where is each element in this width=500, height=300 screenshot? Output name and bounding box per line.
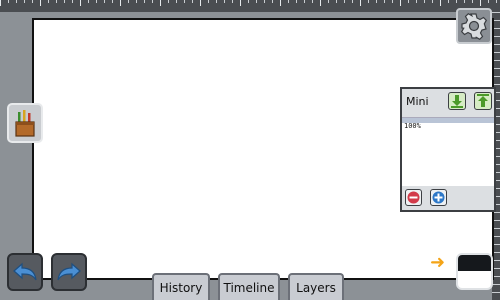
mini-panel-footer [402, 186, 494, 210]
upload-icon [477, 94, 489, 107]
mini-panel-title: Mini [406, 95, 429, 108]
top-ruler [0, 0, 500, 12]
tab-timeline[interactable]: Timeline [218, 273, 280, 300]
undo-icon [13, 262, 37, 281]
tool-picker-button[interactable] [7, 103, 43, 143]
download-button[interactable] [448, 92, 466, 110]
zoom-level: 100% [404, 122, 421, 130]
mini-panel: Mini 100% [400, 87, 496, 212]
color-swatch[interactable] [456, 253, 493, 290]
mini-panel-header: Mini [402, 89, 494, 118]
zoom-out-button[interactable] [405, 189, 422, 206]
redo-icon [57, 262, 81, 281]
redo-button[interactable] [51, 253, 87, 291]
undo-button[interactable] [7, 253, 43, 291]
tab-history[interactable]: History [152, 273, 210, 300]
brush-cup-icon [15, 110, 35, 137]
minus-icon [407, 191, 420, 204]
gear-icon [460, 12, 488, 40]
tab-layers[interactable]: Layers [288, 273, 344, 300]
swap-arrow-icon[interactable]: ➜ [430, 253, 445, 273]
plus-icon [432, 191, 445, 204]
download-icon [451, 95, 463, 108]
upload-button[interactable] [474, 92, 492, 110]
zoom-in-button[interactable] [430, 189, 447, 206]
settings-button[interactable] [456, 8, 492, 44]
